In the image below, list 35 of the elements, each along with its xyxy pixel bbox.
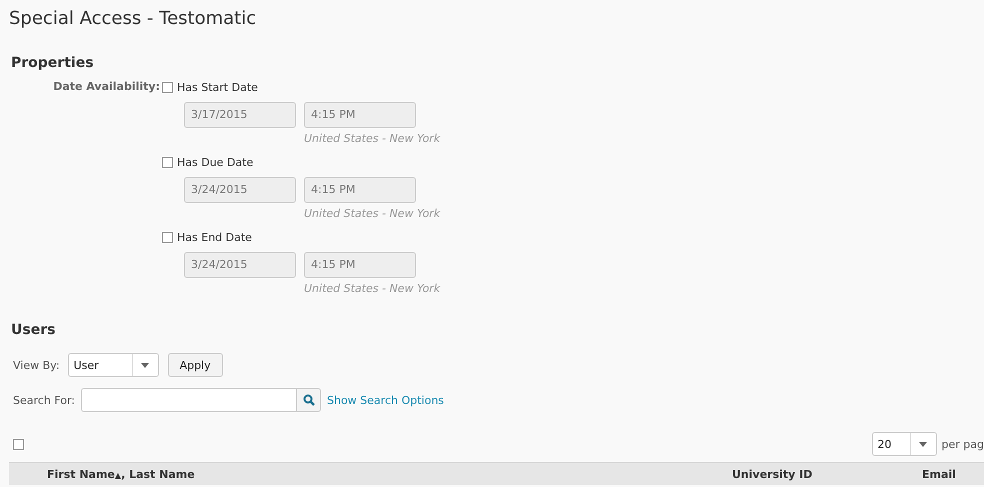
field-label: Date Availability: — [52, 80, 161, 95]
checkbox[interactable] — [162, 156, 173, 168]
timezone-text: United States - New York — [304, 282, 440, 296]
section-heading: Properties — [11, 54, 95, 72]
field-label: Search For: — [13, 394, 75, 406]
apply-button[interactable]: Apply — [168, 353, 223, 377]
search-icon — [302, 394, 314, 406]
checkbox[interactable] — [162, 232, 173, 242]
caret-icon — [141, 362, 150, 368]
page-title: Special Access - Testomatic — [9, 7, 258, 31]
field-label: View By: — [13, 358, 60, 372]
time-field[interactable]: 4:15 PM — [304, 252, 416, 278]
timezone-text: United States - New York — [304, 132, 440, 146]
date-field[interactable]: 3/17/2015 — [184, 102, 296, 128]
column-header[interactable]: First Name▲, Last Name — [47, 468, 732, 480]
checkbox-label: Has Due Date — [177, 156, 254, 168]
checkbox-label: Has End Date — [177, 230, 252, 244]
time-field[interactable]: 4:15 PM — [304, 177, 416, 203]
column-header[interactable]: University ID — [732, 468, 922, 480]
per-page-dropdown[interactable]: 20 — [872, 432, 937, 456]
checkbox-label: Has Start Date — [177, 80, 258, 94]
date-field[interactable]: 3/24/2015 — [184, 252, 296, 278]
time-field[interactable]: 4:15 PM — [304, 102, 416, 128]
per-page-label: per pag — [942, 438, 984, 450]
show-search-options-link[interactable]: Show Search Options — [327, 394, 444, 406]
section-heading: Users — [11, 321, 56, 339]
search-button[interactable] — [296, 388, 321, 412]
search-field[interactable] — [81, 388, 296, 412]
checkbox[interactable] — [162, 82, 173, 92]
caret-icon — [919, 442, 928, 446]
timezone-text: United States - New York — [304, 207, 440, 221]
view-by-dropdown[interactable]: User — [68, 353, 159, 377]
select-all-checkbox[interactable] — [13, 438, 24, 450]
column-header[interactable]: Email — [922, 468, 984, 480]
date-field[interactable]: 3/24/2015 — [184, 177, 296, 203]
